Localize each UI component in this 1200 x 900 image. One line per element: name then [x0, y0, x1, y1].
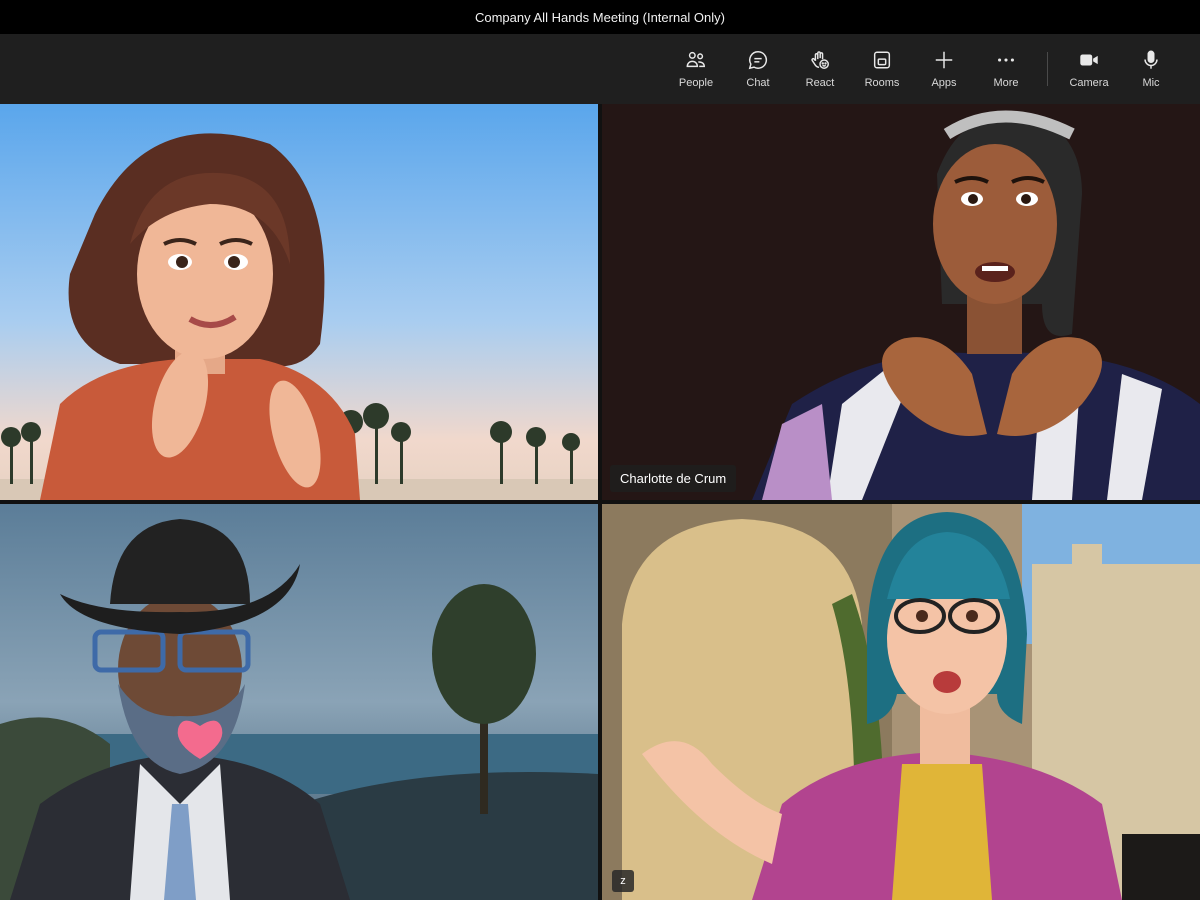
plus-icon — [935, 51, 953, 69]
react-button[interactable]: React — [789, 41, 851, 97]
participant-tile-beach[interactable] — [0, 104, 598, 500]
toolbar-divider — [1047, 52, 1048, 86]
participant-tile-castle[interactable]: z — [602, 504, 1200, 900]
apps-label: Apps — [931, 77, 957, 89]
participant-initial-tag: z — [612, 870, 634, 892]
video-grid: Charlotte de Crum z — [0, 104, 1200, 900]
meeting-title: Company All Hands Meeting (Internal Only… — [474, 9, 725, 25]
chat-button[interactable]: Chat — [727, 41, 789, 97]
more-icon — [998, 58, 1014, 62]
camera-button[interactable]: Camera — [1058, 41, 1120, 97]
rooms-label: Rooms — [864, 77, 900, 89]
apps-button[interactable]: Apps — [913, 41, 975, 97]
participant-tile-charlotte[interactable]: Charlotte de Crum — [602, 104, 1200, 500]
more-label: More — [993, 77, 1019, 89]
react-label: React — [805, 77, 835, 89]
participant-tile-cowboy[interactable] — [0, 504, 598, 900]
people-icon — [686, 51, 705, 68]
mic-button[interactable]: Mic — [1120, 41, 1182, 97]
chat-icon — [748, 51, 768, 70]
chat-label: Chat — [746, 77, 770, 89]
mic-icon — [1144, 50, 1158, 69]
more-button[interactable]: More — [975, 41, 1037, 97]
heart-hands-avatar-video — [602, 104, 1200, 500]
rooms-button[interactable]: Rooms — [851, 41, 913, 97]
castle-avatar-video — [602, 504, 1200, 900]
people-label: People — [678, 77, 714, 89]
meeting-toolbar: People Chat React Rooms Apps More Camera… — [0, 34, 1200, 104]
rooms-icon — [873, 51, 891, 69]
people-button[interactable]: People — [665, 41, 727, 97]
camera-icon — [1080, 54, 1098, 66]
window-titlebar: Company All Hands Meeting (Internal Only… — [0, 0, 1200, 34]
mic-label: Mic — [1142, 77, 1160, 89]
participant-name-tag: Charlotte de Crum — [610, 465, 737, 492]
camera-label: Camera — [1069, 77, 1109, 89]
beach-avatar-video — [0, 104, 598, 500]
react-icon — [811, 51, 829, 69]
cowboy-avatar-video — [0, 504, 598, 900]
